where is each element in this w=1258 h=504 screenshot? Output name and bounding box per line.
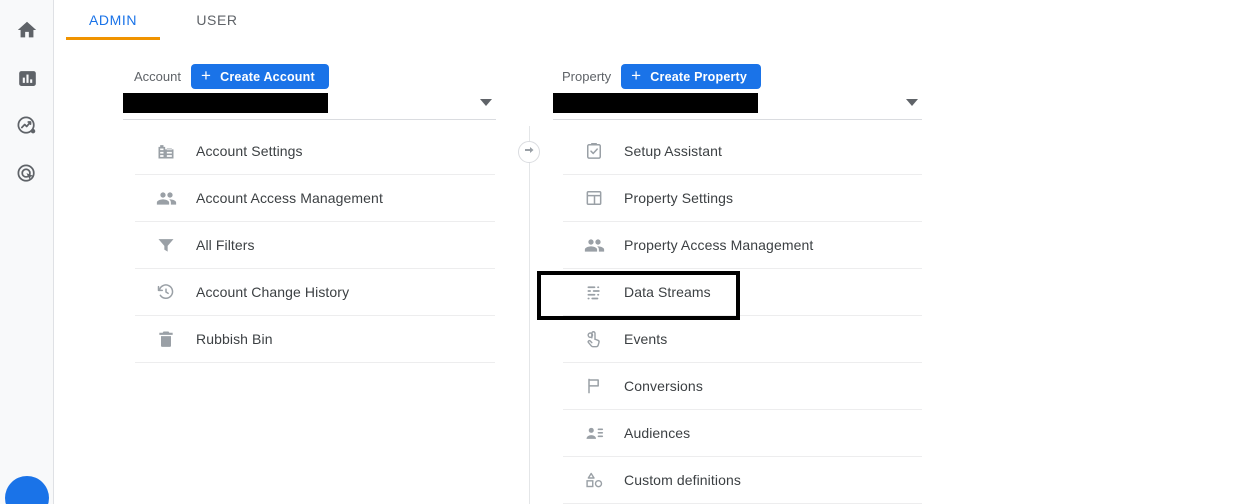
shapes-icon xyxy=(580,470,608,490)
menu-item-setup-assistant[interactable]: Setup Assistant xyxy=(563,128,922,175)
menu-item-label: Conversions xyxy=(624,378,703,394)
create-property-button[interactable]: + Create Property xyxy=(621,64,762,89)
people-icon xyxy=(152,188,180,209)
property-link-arrow-button[interactable] xyxy=(518,141,540,163)
property-selector[interactable] xyxy=(553,92,922,120)
advertising-icon xyxy=(16,163,38,185)
tab-user[interactable]: USER xyxy=(172,0,262,40)
property-name-redacted xyxy=(553,93,758,113)
account-section-label: Account xyxy=(134,69,181,84)
rail-item-advertising[interactable] xyxy=(0,150,54,198)
touch-app-icon xyxy=(580,329,608,349)
create-account-button[interactable]: + Create Account xyxy=(190,64,329,89)
admin-content-card: Account + Create Account Account Setting… xyxy=(66,40,1258,504)
menu-item-label: All Filters xyxy=(196,237,255,253)
account-menu: Account Settings Account Access Manageme… xyxy=(135,128,495,363)
web-layout-icon xyxy=(580,188,608,208)
menu-item-events[interactable]: Events xyxy=(563,316,922,363)
plus-icon: + xyxy=(631,66,642,85)
plus-icon: + xyxy=(200,66,212,85)
tab-admin-label: ADMIN xyxy=(88,12,138,28)
property-selector-chevron-down-icon[interactable] xyxy=(906,99,918,106)
admin-page: ADMIN USER Account + Create Account Acco… xyxy=(0,0,1258,504)
help-fab-button[interactable] xyxy=(5,476,49,504)
menu-item-data-streams[interactable]: Data Streams xyxy=(563,269,922,316)
rail-item-home[interactable] xyxy=(0,6,54,54)
assignment-check-icon xyxy=(580,141,608,161)
menu-item-property-settings[interactable]: Property Settings xyxy=(563,175,922,222)
property-column-header: Property + Create Property xyxy=(562,64,762,89)
menu-item-label: Rubbish Bin xyxy=(196,331,273,347)
rail-item-reports[interactable] xyxy=(0,54,54,102)
create-property-label: Create Property xyxy=(650,69,748,84)
menu-item-label: Account Access Management xyxy=(196,190,383,206)
account-name-redacted xyxy=(123,93,328,113)
business-icon xyxy=(152,141,180,161)
property-section-label: Property xyxy=(562,69,612,84)
arrow-right-circle-icon xyxy=(523,143,535,161)
flag-icon xyxy=(580,376,608,396)
tab-admin[interactable]: ADMIN xyxy=(66,0,160,40)
explore-icon xyxy=(16,115,38,137)
menu-item-label: Custom definitions xyxy=(624,472,741,488)
left-nav-rail xyxy=(0,0,54,504)
menu-item-audiences[interactable]: Audiences xyxy=(563,410,922,457)
menu-item-property-access-management[interactable]: Property Access Management xyxy=(563,222,922,269)
menu-item-label: Audiences xyxy=(624,425,691,441)
menu-item-label: Data Streams xyxy=(624,284,711,300)
menu-item-label: Property Access Management xyxy=(624,237,814,253)
create-account-label: Create Account xyxy=(220,69,315,84)
rail-item-explore[interactable] xyxy=(0,102,54,150)
menu-item-label: Setup Assistant xyxy=(624,143,723,159)
home-icon xyxy=(16,19,38,41)
menu-item-account-access-management[interactable]: Account Access Management xyxy=(135,175,495,222)
account-selector[interactable] xyxy=(123,92,496,120)
menu-item-account-settings[interactable]: Account Settings xyxy=(135,128,495,175)
audience-icon xyxy=(580,423,608,444)
account-selector-chevron-down-icon[interactable] xyxy=(480,99,492,106)
menu-item-account-change-history[interactable]: Account Change History xyxy=(135,269,495,316)
menu-item-label: Property Settings xyxy=(624,190,734,206)
filter-icon xyxy=(152,235,180,255)
menu-item-label: Account Settings xyxy=(196,143,303,159)
people-icon xyxy=(580,235,608,256)
tab-user-label: USER xyxy=(196,12,238,28)
menu-item-label: Events xyxy=(624,331,668,347)
menu-item-label: Account Change History xyxy=(196,284,350,300)
menu-item-conversions[interactable]: Conversions xyxy=(563,363,922,410)
column-divider-bottom xyxy=(529,165,530,504)
property-menu: Setup Assistant Property Settings Proper… xyxy=(563,128,922,504)
menu-item-all-filters[interactable]: All Filters xyxy=(135,222,495,269)
trash-icon xyxy=(152,329,180,349)
menu-item-rubbish-bin[interactable]: Rubbish Bin xyxy=(135,316,495,363)
reports-icon xyxy=(17,68,38,89)
data-streams-icon xyxy=(580,282,608,303)
menu-item-custom-definitions[interactable]: Custom definitions xyxy=(563,457,922,504)
admin-user-tabbar: ADMIN USER xyxy=(54,0,1258,40)
history-icon xyxy=(152,282,180,302)
account-column-header: Account + Create Account xyxy=(134,64,329,89)
